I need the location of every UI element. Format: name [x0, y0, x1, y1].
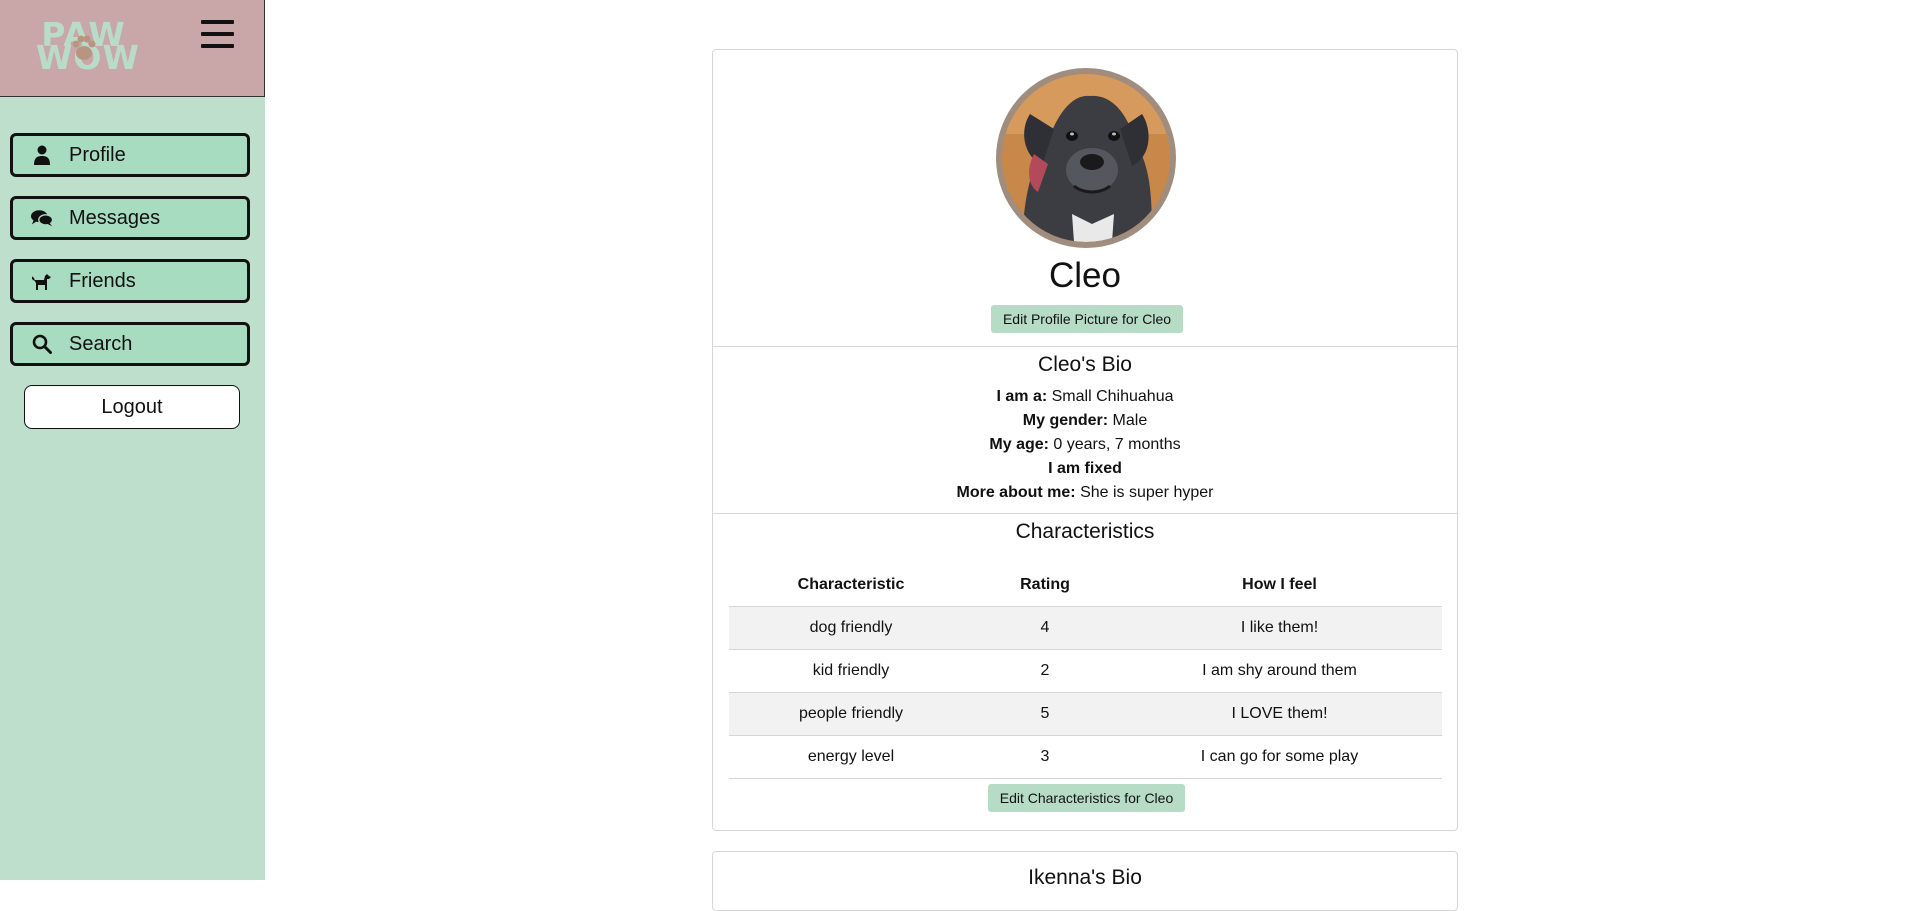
bio-breed-label: I am a: [996, 388, 1048, 405]
nav-search-label: Search [69, 332, 133, 355]
divider [713, 346, 1457, 347]
characteristic-cell: people friendly [729, 692, 973, 736]
sidebar: PAW WOW Profile Messages Friend [0, 0, 265, 880]
hamburger-menu-icon[interactable] [201, 20, 234, 50]
profile-card: Cleo Edit Profile Picture for Cleo Cleo'… [712, 49, 1458, 831]
table-row: energy level 3 I can go for some play [729, 735, 1442, 779]
table-row: dog friendly 4 I like them! [729, 606, 1442, 650]
feeling-cell: I LOVE them! [1117, 692, 1442, 736]
pet-name: Cleo [1049, 256, 1121, 295]
dog-photo [1002, 74, 1170, 242]
bio-about-value: She is super hyper [1075, 484, 1214, 501]
rating-cell: 2 [973, 649, 1117, 693]
divider [713, 513, 1457, 514]
bio-age: My age: 0 years, 7 months [713, 436, 1457, 454]
nav-profile-label: Profile [69, 143, 126, 166]
edit-profile-picture-button[interactable]: Edit Profile Picture for Cleo [991, 305, 1183, 333]
bio-gender: My gender: Male [713, 412, 1457, 430]
characteristics-title: Characteristics [1015, 520, 1155, 543]
feeling-cell: I can go for some play [1117, 735, 1442, 779]
bio-breed-value: Small Chihuahua [1047, 388, 1174, 405]
bio-age-label: My age: [989, 436, 1049, 453]
characteristic-cell: kid friendly [729, 649, 973, 693]
feeling-cell: I like them! [1117, 606, 1442, 650]
table-header-row: Characteristic Rating How I feel [729, 564, 1442, 607]
characteristics-table: Characteristic Rating How I feel dog fri… [729, 564, 1442, 779]
nav-friends-label: Friends [69, 269, 136, 292]
bio-fixed-label: I am fixed [1048, 460, 1122, 477]
table-row: kid friendly 2 I am shy around them [729, 649, 1442, 693]
rating-cell: 5 [973, 692, 1117, 736]
person-icon [31, 144, 53, 166]
nav-messages-label: Messages [69, 206, 161, 229]
bio-fixed: I am fixed [713, 460, 1457, 478]
bio-gender-label: My gender: [1022, 412, 1109, 429]
characteristic-cell: dog friendly [729, 606, 973, 650]
bio-title: Cleo's Bio [1038, 353, 1132, 376]
bio-age-value: 0 years, 7 months [1048, 436, 1181, 453]
next-bio-title: Ikenna's Bio [1028, 866, 1142, 889]
bio-gender-value: Male [1108, 412, 1148, 429]
nav-messages-button[interactable]: Messages [10, 196, 250, 240]
column-header: Characteristic [729, 564, 973, 607]
chat-bubbles-icon [31, 207, 53, 229]
rating-cell: 4 [973, 606, 1117, 650]
table-row: people friendly 5 I LOVE them! [729, 692, 1442, 736]
nav-search-button[interactable]: Search [10, 322, 250, 366]
characteristic-cell: energy level [729, 735, 973, 779]
bio-breed: I am a: Small Chihuahua [713, 388, 1457, 406]
column-header: How I feel [1117, 564, 1442, 607]
next-profile-card: Ikenna's Bio [712, 851, 1458, 911]
column-header: Rating [973, 564, 1117, 607]
edit-characteristics-button[interactable]: Edit Characteristics for Cleo [988, 784, 1185, 812]
rating-cell: 3 [973, 735, 1117, 779]
search-icon [31, 333, 53, 355]
pawwow-logo[interactable]: PAW WOW [36, 18, 139, 74]
brand-bar: PAW WOW [0, 0, 265, 97]
bio-about: More about me: She is super hyper [713, 484, 1457, 502]
bio-about-label: More about me: [956, 484, 1076, 501]
feeling-cell: I am shy around them [1117, 649, 1442, 693]
nav-profile-button[interactable]: Profile [10, 133, 250, 177]
paw-icon [72, 35, 96, 60]
logout-button[interactable]: Logout [24, 385, 240, 429]
dog-icon [31, 270, 53, 292]
nav-friends-button[interactable]: Friends [10, 259, 250, 303]
profile-picture [996, 68, 1176, 248]
